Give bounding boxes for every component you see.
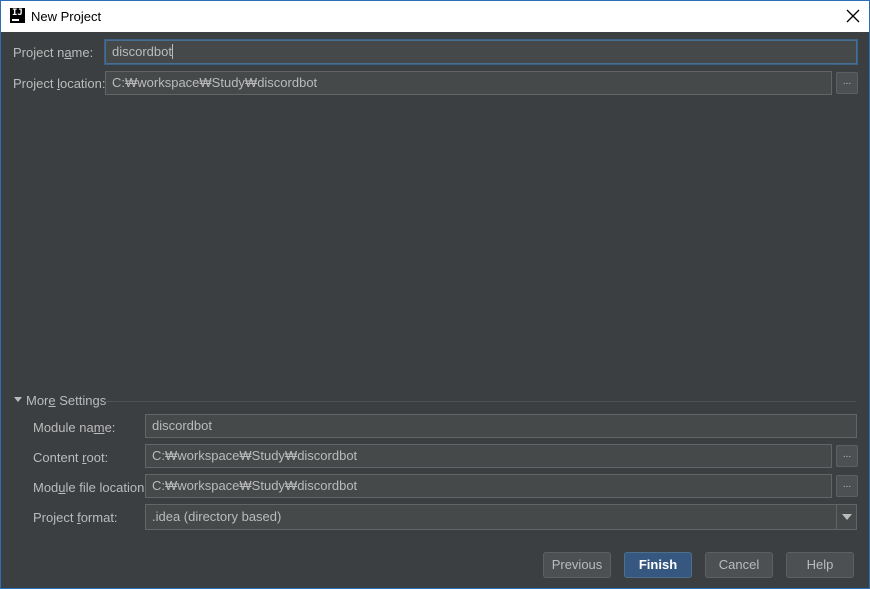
- module-file-location-label: Module file location:: [33, 480, 148, 495]
- module-name-input[interactable]: discordbot: [145, 414, 857, 438]
- finish-button[interactable]: Finish: [624, 552, 692, 578]
- more-settings-label: More Settings: [26, 393, 107, 408]
- project-name-label: Project name:: [13, 45, 94, 60]
- intellij-app-icon: IJ: [10, 8, 25, 23]
- project-name-value: discordbot: [112, 44, 172, 59]
- project-location-input[interactable]: C:₩workspace₩Study₩discordbot: [105, 71, 832, 95]
- app-icon-text: IJ: [12, 8, 23, 18]
- expand-arrow-icon: [14, 397, 22, 402]
- project-format-select[interactable]: .idea (directory based): [145, 504, 857, 530]
- project-format-label: Project format:: [33, 510, 118, 525]
- module-file-location-value: C:₩workspace₩Study₩discordbot: [152, 478, 358, 493]
- project-name-input[interactable]: discordbot: [105, 40, 857, 64]
- content-root-label: Content root:: [33, 450, 109, 465]
- help-button[interactable]: Help: [786, 552, 854, 578]
- close-icon: [846, 9, 860, 23]
- text-caret: [171, 44, 173, 59]
- module-name-value: discordbot: [152, 418, 212, 433]
- module-name-label: Module name:: [33, 420, 116, 435]
- close-button[interactable]: [843, 6, 863, 26]
- content-root-browse-button[interactable]: ...: [836, 445, 858, 467]
- previous-button[interactable]: Previous: [543, 552, 611, 578]
- dropdown-arrow-icon[interactable]: [836, 505, 856, 529]
- module-file-location-input[interactable]: C:₩workspace₩Study₩discordbot: [145, 474, 832, 498]
- project-location-value: C:₩workspace₩Study₩discordbot: [112, 75, 318, 90]
- module-file-browse-button[interactable]: ...: [836, 475, 858, 497]
- project-location-browse-button[interactable]: ...: [836, 72, 858, 94]
- project-location-label: Project location:: [13, 76, 106, 91]
- section-divider: [104, 401, 856, 402]
- window-title: New Project: [31, 9, 102, 24]
- cancel-button[interactable]: Cancel: [705, 552, 773, 578]
- project-format-value: .idea (directory based): [152, 509, 282, 524]
- new-project-dialog: IJ New Project Project name: discordbot …: [0, 0, 870, 589]
- title-bar: IJ New Project: [1, 1, 869, 32]
- content-root-input[interactable]: C:₩workspace₩Study₩discordbot: [145, 444, 832, 468]
- content-root-value: C:₩workspace₩Study₩discordbot: [152, 448, 358, 463]
